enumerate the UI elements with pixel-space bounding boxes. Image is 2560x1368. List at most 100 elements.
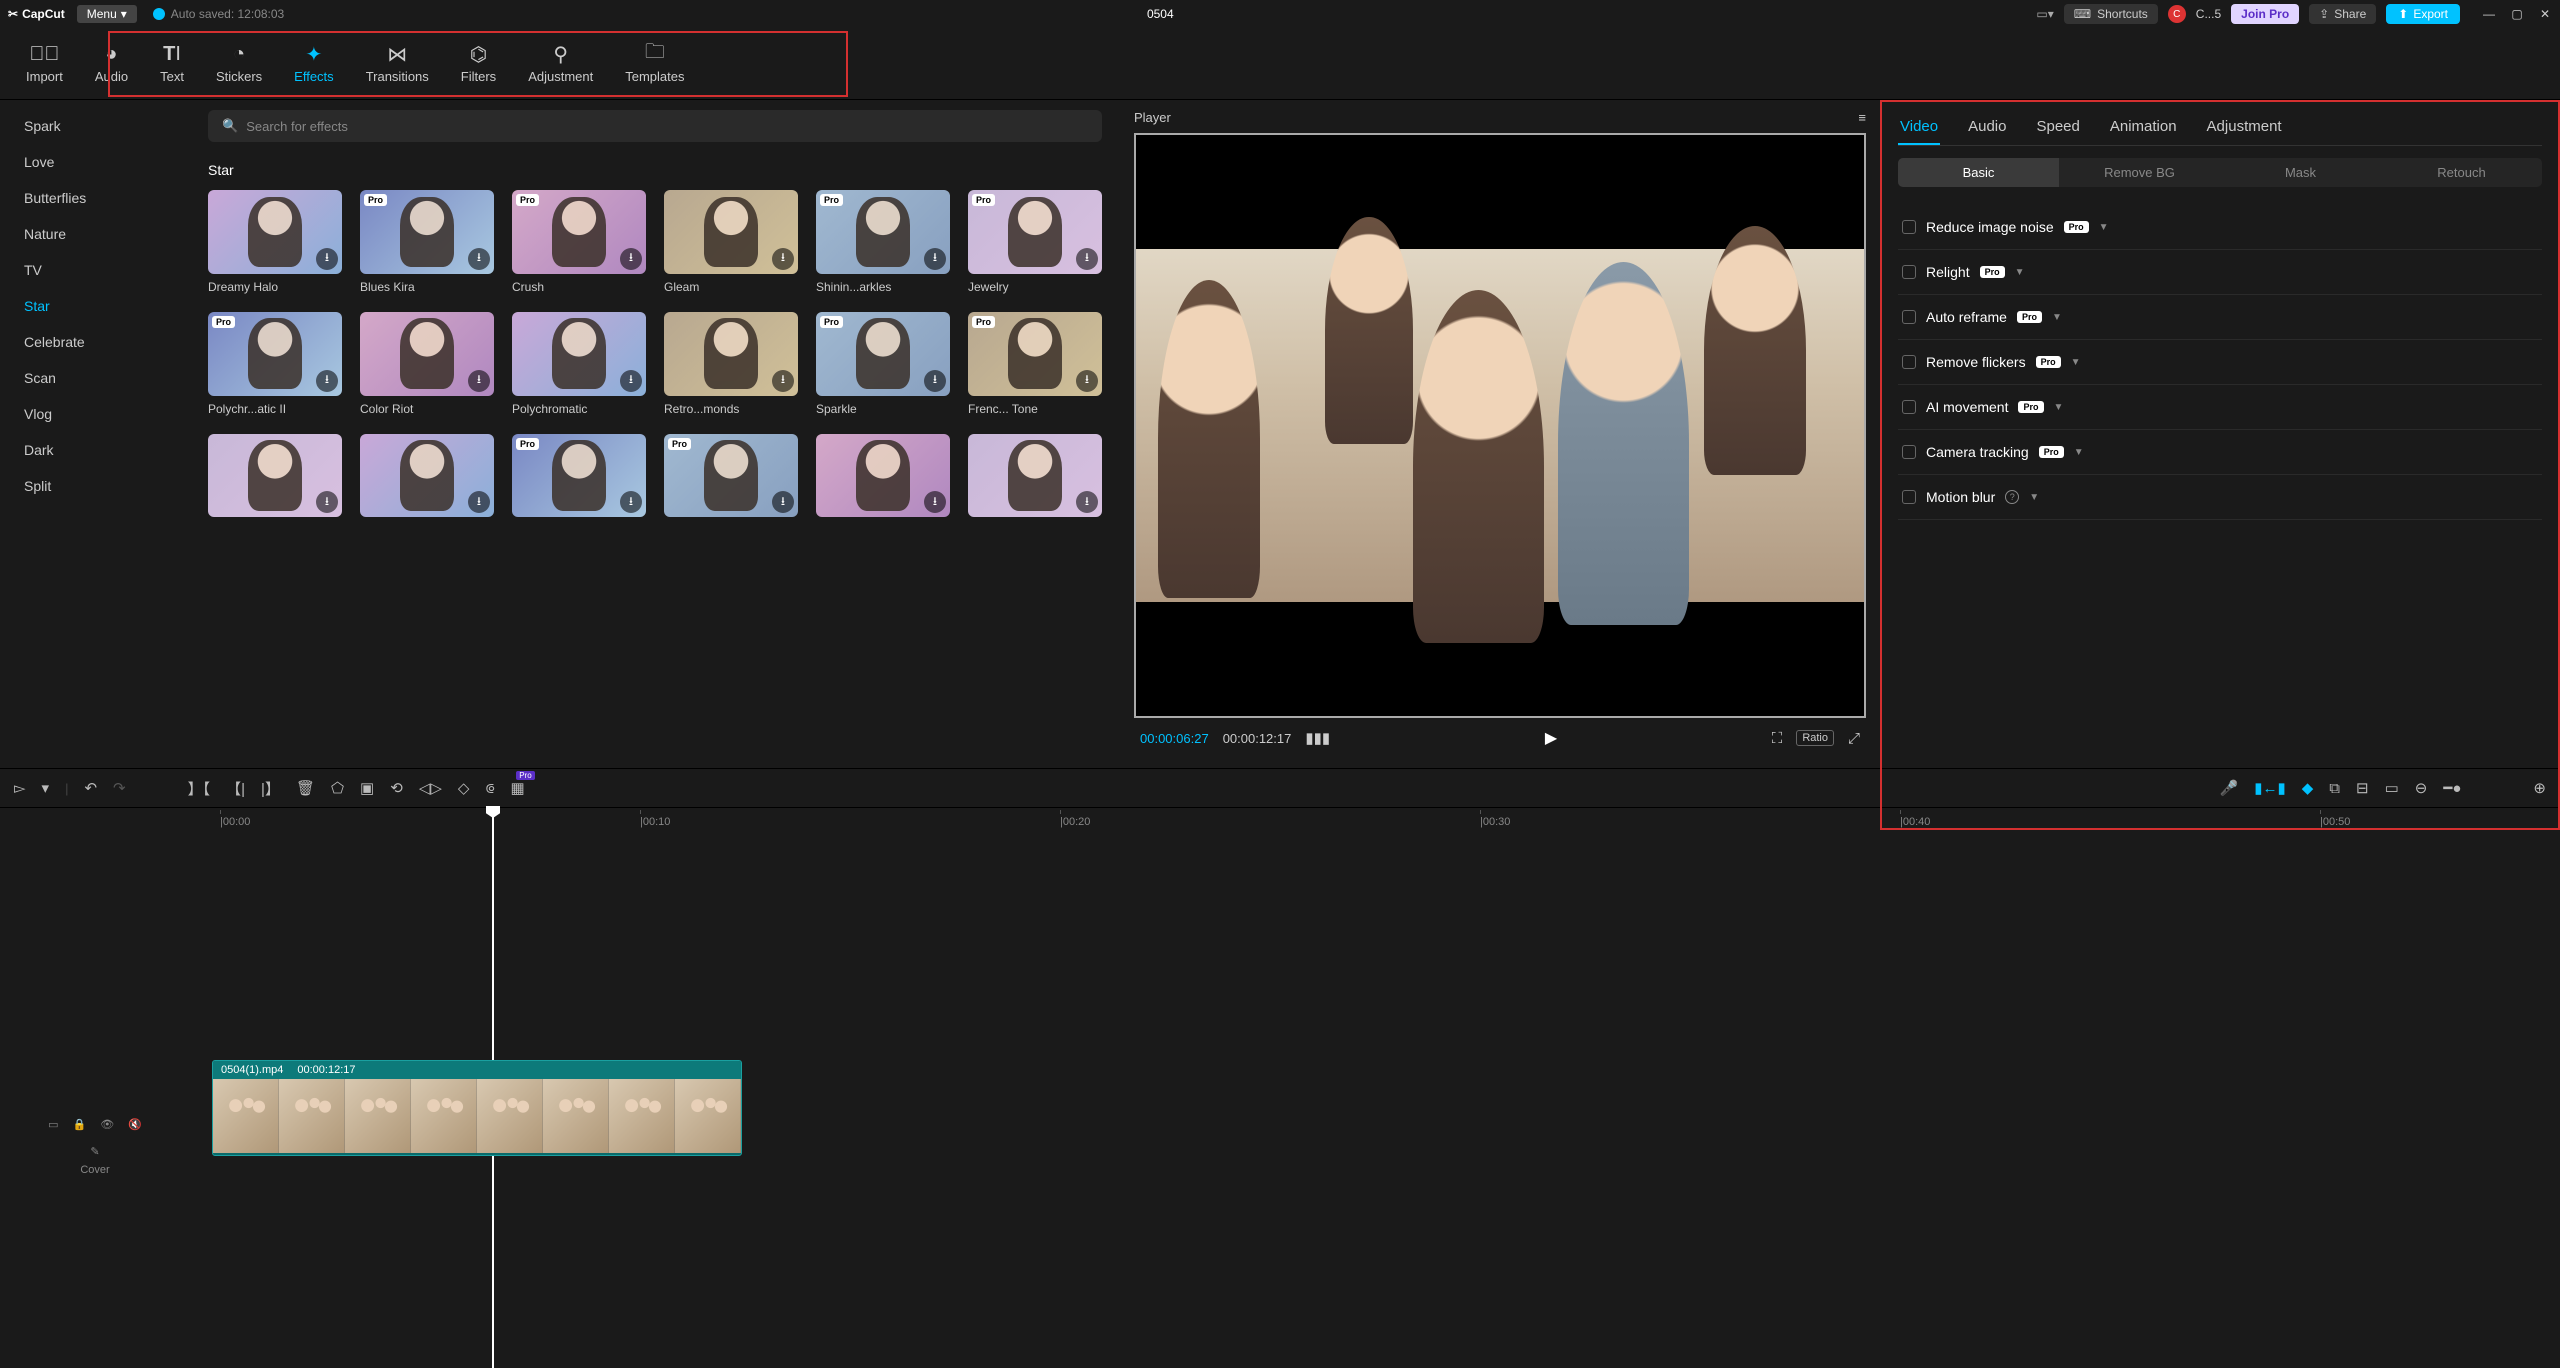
effect-thumb[interactable]: ⭳ bbox=[360, 434, 494, 518]
download-icon[interactable]: ⭳ bbox=[772, 491, 794, 513]
category-celebrate[interactable]: Celebrate bbox=[0, 324, 190, 360]
effect-thumb[interactable]: Pro⭳ bbox=[968, 190, 1102, 274]
effect-thumb[interactable]: Pro⭳ bbox=[360, 190, 494, 274]
edit-cover-icon[interactable]: ✎ bbox=[90, 1145, 99, 1158]
join-pro-button[interactable]: Join Pro bbox=[2231, 4, 2299, 24]
effect-item[interactable]: ⭳ bbox=[968, 434, 1102, 524]
inspector-row[interactable]: Motion blur?▼ bbox=[1898, 475, 2542, 520]
inspector-subtab-retouch[interactable]: Retouch bbox=[2381, 158, 2542, 187]
inspector-tab-animation[interactable]: Animation bbox=[2108, 110, 2179, 145]
tab-import[interactable]: ▶⃞Import bbox=[10, 28, 79, 99]
tab-text[interactable]: TIText bbox=[144, 28, 200, 99]
split-right-icon[interactable]: |】 bbox=[261, 778, 280, 799]
tab-audio[interactable]: ◕Audio bbox=[79, 28, 144, 99]
frame-icon[interactable]: ▣ bbox=[360, 779, 374, 797]
download-icon[interactable]: ⭳ bbox=[924, 491, 946, 513]
download-icon[interactable]: ⭳ bbox=[468, 370, 490, 392]
checkbox[interactable] bbox=[1902, 265, 1916, 279]
category-nature[interactable]: Nature bbox=[0, 216, 190, 252]
effect-item[interactable]: ⭳ bbox=[208, 434, 342, 524]
chevron-down-icon[interactable]: ▼ bbox=[2054, 402, 2064, 413]
crop-icon[interactable]: ⟃ bbox=[485, 780, 494, 797]
download-icon[interactable]: ⭳ bbox=[468, 491, 490, 513]
download-icon[interactable]: ⭳ bbox=[620, 370, 642, 392]
effect-thumb[interactable]: Pro⭳ bbox=[816, 190, 950, 274]
tab-stickers[interactable]: ◔Stickers bbox=[200, 28, 278, 99]
effect-item[interactable]: Pro⭳Crush bbox=[512, 190, 646, 294]
effect-item[interactable]: Pro⭳ bbox=[512, 434, 646, 524]
checkbox[interactable] bbox=[1902, 445, 1916, 459]
download-icon[interactable]: ⭳ bbox=[316, 370, 338, 392]
effect-item[interactable]: ⭳Color Riot bbox=[360, 312, 494, 416]
effect-thumb[interactable]: ⭳ bbox=[512, 312, 646, 396]
inspector-subtab-remove-bg[interactable]: Remove BG bbox=[2059, 158, 2220, 187]
download-icon[interactable]: ⭳ bbox=[468, 248, 490, 270]
category-spark[interactable]: Spark bbox=[0, 108, 190, 144]
zoom-in-icon[interactable]: ⊕ bbox=[2533, 779, 2546, 797]
effect-item[interactable]: ⭳Polychromatic bbox=[512, 312, 646, 416]
inspector-subtab-mask[interactable]: Mask bbox=[2220, 158, 2381, 187]
effect-item[interactable]: ⭳Retro...monds bbox=[664, 312, 798, 416]
info-icon[interactable]: ? bbox=[2005, 490, 2019, 504]
download-icon[interactable]: ⭳ bbox=[316, 248, 338, 270]
link-icon[interactable]: ⧉ bbox=[2329, 780, 2340, 797]
chevron-down-icon[interactable]: ▾ bbox=[42, 779, 50, 797]
checkbox[interactable] bbox=[1902, 355, 1916, 369]
effect-item[interactable]: Pro⭳Sparkle bbox=[816, 312, 950, 416]
inspector-row[interactable]: Reduce image noisePro▼ bbox=[1898, 205, 2542, 250]
effect-item[interactable]: Pro⭳Frenc... Tone bbox=[968, 312, 1102, 416]
lock-track-icon[interactable]: ▭ bbox=[48, 1118, 58, 1131]
maximize-icon[interactable]: ▢ bbox=[2510, 7, 2524, 21]
compare-icon[interactable]: ▮▮▮ bbox=[1305, 729, 1330, 747]
mic-icon[interactable]: 🎤 bbox=[2220, 779, 2239, 797]
tab-transitions[interactable]: ⋈Transitions bbox=[350, 28, 445, 99]
split-left-icon[interactable]: 【| bbox=[226, 778, 245, 799]
time-ruler[interactable]: |00:00|00:10|00:20|00:30|00:40|00:50 bbox=[190, 808, 2560, 840]
avatar[interactable]: C bbox=[2168, 5, 2186, 23]
chevron-down-icon[interactable]: ▼ bbox=[2099, 222, 2109, 233]
inspector-row[interactable]: Remove flickersPro▼ bbox=[1898, 340, 2542, 385]
minimize-icon[interactable]: — bbox=[2482, 7, 2496, 21]
preview-icon[interactable]: ▭ bbox=[2385, 779, 2399, 797]
split-icon[interactable]: 】【 bbox=[188, 778, 211, 799]
fullscreen-preview-icon[interactable]: ⛶ bbox=[1772, 730, 1783, 747]
effect-item[interactable]: Pro⭳ bbox=[664, 434, 798, 524]
download-icon[interactable]: ⭳ bbox=[924, 248, 946, 270]
effect-item[interactable]: ⭳Gleam bbox=[664, 190, 798, 294]
effect-thumb[interactable]: ⭳ bbox=[664, 312, 798, 396]
video-clip[interactable]: 0504(1).mp4 00:00:12:17 bbox=[212, 1060, 742, 1156]
effect-item[interactable]: ⭳Dreamy Halo bbox=[208, 190, 342, 294]
tab-filters[interactable]: ⌬Filters bbox=[445, 28, 512, 99]
download-icon[interactable]: ⭳ bbox=[1076, 370, 1098, 392]
effect-item[interactable]: ⭳ bbox=[816, 434, 950, 524]
inspector-tab-audio[interactable]: Audio bbox=[1966, 110, 2008, 145]
effect-item[interactable]: Pro⭳Polychr...atic II bbox=[208, 312, 342, 416]
player-viewport[interactable] bbox=[1134, 133, 1866, 718]
timeline-tracks[interactable]: |00:00|00:10|00:20|00:30|00:40|00:50 050… bbox=[190, 808, 2560, 1368]
chevron-down-icon[interactable]: ▼ bbox=[2074, 447, 2084, 458]
zoom-slider[interactable]: ━● bbox=[2443, 779, 2461, 797]
inspector-subtab-basic[interactable]: Basic bbox=[1898, 158, 2059, 187]
magnet-icon[interactable]: ◆ bbox=[2302, 779, 2314, 797]
category-scan[interactable]: Scan bbox=[0, 360, 190, 396]
lock-icon[interactable]: 🔒 bbox=[73, 1118, 87, 1131]
category-dark[interactable]: Dark bbox=[0, 432, 190, 468]
checkbox[interactable] bbox=[1902, 400, 1916, 414]
download-icon[interactable]: ⭳ bbox=[1076, 248, 1098, 270]
expand-icon[interactable]: ⤢ bbox=[1848, 730, 1860, 747]
cover-label[interactable]: Cover bbox=[80, 1164, 109, 1176]
effect-thumb[interactable]: Pro⭳ bbox=[512, 434, 646, 518]
category-butterflies[interactable]: Butterflies bbox=[0, 180, 190, 216]
export-button[interactable]: ⬆ Export bbox=[2386, 4, 2460, 24]
download-icon[interactable]: ⭳ bbox=[1076, 491, 1098, 513]
effect-item[interactable]: Pro⭳Jewelry bbox=[968, 190, 1102, 294]
category-love[interactable]: Love bbox=[0, 144, 190, 180]
checkbox[interactable] bbox=[1902, 220, 1916, 234]
category-tv[interactable]: TV bbox=[0, 252, 190, 288]
chevron-down-icon[interactable]: ▼ bbox=[2029, 492, 2039, 503]
effect-thumb[interactable]: Pro⭳ bbox=[816, 312, 950, 396]
effect-thumb[interactable]: ⭳ bbox=[968, 434, 1102, 518]
category-star[interactable]: Star bbox=[0, 288, 190, 324]
effect-thumb[interactable]: Pro⭳ bbox=[968, 312, 1102, 396]
effect-thumb[interactable]: Pro⭳ bbox=[208, 312, 342, 396]
